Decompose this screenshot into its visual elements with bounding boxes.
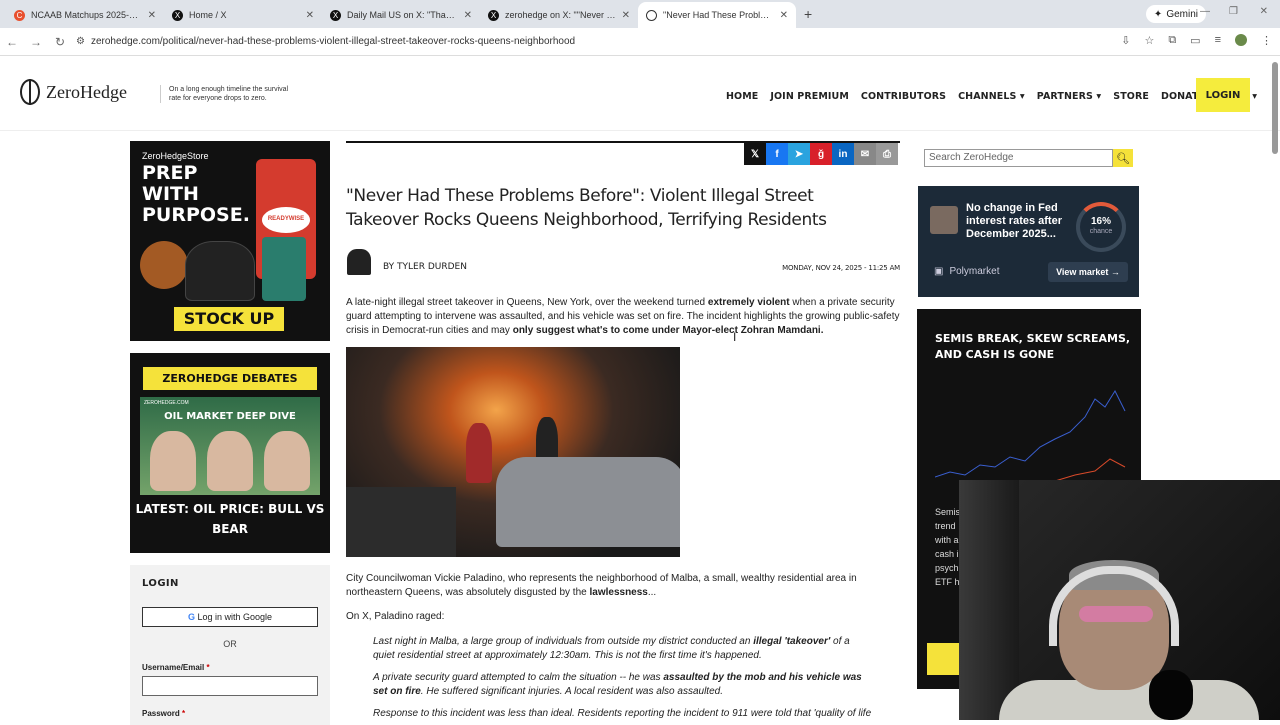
cast-icon[interactable]: ▭ [1190,34,1200,47]
nav-home[interactable]: HOME [726,91,758,102]
site-tagline: On a long enough timeline the survival r… [160,85,290,103]
close-tab-icon[interactable]: ✕ [148,10,156,21]
google-login-button[interactable]: G Log in with Google [142,607,318,627]
linkedin-share-icon[interactable]: in [832,143,854,165]
x-logo-icon: X [330,9,341,21]
share-bar: 𝕏 f ➤ ǧ in ✉ ⎙ [744,143,898,165]
main-nav: HOME JOIN PREMIUM CONTRIBUTORS CHANNELS … [726,91,1269,102]
search-input[interactable]: Search ZeroHedge [924,149,1113,167]
market-chart-image [935,389,1126,486]
x-logo-icon: X [172,9,183,21]
site-settings-icon[interactable]: ⚙ [76,36,85,47]
speaker-photo [150,431,196,491]
close-tab-icon[interactable]: ✕ [464,10,472,21]
install-icon[interactable]: ⇩ [1121,34,1130,47]
gettr-share-icon[interactable]: ǧ [810,143,832,165]
nav-contributors[interactable]: CONTRIBUTORS [861,91,946,102]
polymarket-logo-icon: ▣ [934,266,944,277]
browser-tab[interactable]: XDaily Mail US on X: "Thanksgiv✕ [322,2,480,28]
speaker-photo [264,431,310,491]
blockquote-paragraph: A private security guard attempted to ca… [373,672,862,697]
blockquote-paragraph: Last night in Malba, a large group of in… [373,636,850,661]
cap-image [185,241,255,301]
username-label: Username/Email * [142,663,210,672]
login-panel: LOGIN G Log in with Google OR Username/E… [130,565,330,725]
profile-avatar-icon[interactable] [1235,34,1247,46]
speaker-photo [207,431,253,491]
zerohedge-favicon-icon [646,9,657,21]
browser-tab-bar: CNCAAB Matchups 2025-2026 -✕ XHome / X✕ … [0,0,1280,28]
polymarket-widget[interactable]: No change in Fed interest rates after De… [918,186,1139,297]
gemini-button[interactable]: ✦ Gemini [1145,5,1206,23]
author-byline[interactable]: BY TYLER DURDEN [383,262,467,272]
article-paragraph: City Councilwoman Vickie Paladino, who r… [346,573,857,598]
article-lead: A late-night illegal street takeover in … [346,297,900,336]
telegram-share-icon[interactable]: ➤ [788,143,810,165]
food-image [140,241,188,289]
nav-join-premium[interactable]: JOIN PREMIUM [770,91,849,102]
password-label: Password * [142,709,186,718]
site-header: ZeroHedge On a long enough timeline the … [0,57,1280,131]
print-icon[interactable]: ⎙ [876,143,898,165]
article-title: "Never Had These Problems Before": Viole… [346,186,827,230]
email-share-icon[interactable]: ✉ [854,143,876,165]
reload-icon[interactable]: ↻ [48,35,72,49]
view-market-button[interactable]: View market → [1048,262,1128,282]
facebook-share-icon[interactable]: f [766,143,788,165]
close-tab-icon[interactable]: ✕ [306,10,314,21]
article-date: MONDAY, NOV 24, 2025 - 11:25 AM [782,264,900,272]
close-tab-icon[interactable]: ✕ [780,10,788,21]
new-tab-icon[interactable]: + [804,6,812,22]
webcam-overlay [959,480,1280,720]
site-logo[interactable]: ZeroHedge [20,79,127,105]
browser-menu-icon[interactable]: ⋮ [1261,34,1272,47]
favicon-icon: C [14,9,25,21]
search-icon: 🔍︎ [1116,152,1130,165]
browser-tab[interactable]: Xzerohedge on X: ""Never Had T✕ [480,2,638,28]
forward-icon[interactable]: → [24,35,48,49]
browser-tab[interactable]: CNCAAB Matchups 2025-2026 -✕ [6,2,164,28]
nav-store[interactable]: STORE [1113,91,1149,102]
sparkle-icon: ✦ [1153,8,1163,20]
stock-up-label: STOCK UP [174,307,284,331]
browser-tab-active[interactable]: "Never Had These Problems Be✕ [638,2,796,28]
minimize-icon[interactable]: — [1200,6,1210,17]
market-thumbnail [930,206,958,234]
search-button[interactable]: 🔍︎ [1113,149,1133,167]
login-button[interactable]: LOGIN [1196,78,1250,112]
back-icon[interactable]: ← [0,35,24,49]
close-tab-icon[interactable]: ✕ [622,10,630,21]
address-bar-row: ← → ↻ ⚙ zerohedge.com/political/never-ha… [0,28,1280,56]
close-window-icon[interactable]: ✕ [1260,6,1268,17]
page-scrollbar[interactable] [1272,62,1278,154]
debates-ad[interactable]: ZEROHEDGE DEBATES ZEROHEDGE.COM OIL MARK… [130,353,330,553]
maximize-icon[interactable]: ❐ [1229,6,1238,17]
article-paragraph: On X, Paladino raged: [346,611,445,622]
debate-panel-image: ZEROHEDGE.COM OIL MARKET DEEP DIVE [140,397,320,495]
text-cursor-icon: I [733,330,737,344]
x-share-icon[interactable]: 𝕏 [744,143,766,165]
polymarket-brand: ▣ Polymarket [934,266,1000,277]
browser-tab[interactable]: X Home / X ✕ [164,2,322,28]
probability-gauge [1076,202,1126,252]
extensions-icon[interactable]: ⧉ [1168,34,1176,47]
google-icon: G [187,612,195,622]
author-avatar [347,249,371,275]
article-photo [346,347,680,557]
nav-partners[interactable]: PARTNERS ▾ [1037,91,1102,102]
zerohedge-logo-icon [20,79,40,105]
nav-channels[interactable]: CHANNELS ▾ [958,91,1025,102]
x-logo-icon: X [488,9,499,21]
bookmark-star-icon[interactable]: ☆ [1144,34,1154,47]
supplement-jar-image [262,237,306,301]
read-more-button[interactable] [927,643,959,675]
url-field[interactable]: ⚙ zerohedge.com/political/never-had-thes… [76,32,575,52]
username-input[interactable] [142,676,318,696]
blockquote-paragraph: Response to this incident was less than … [373,708,872,719]
store-ad[interactable]: ZeroHedgeStore PREP WITH PURPOSE. READYW… [130,141,330,341]
media-icon[interactable]: ≡ [1215,34,1221,47]
microphone-image [1149,670,1193,720]
